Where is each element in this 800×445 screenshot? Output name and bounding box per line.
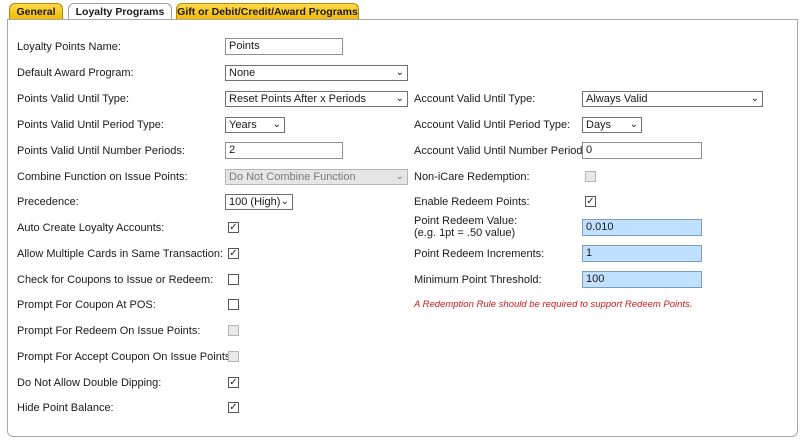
min-threshold-input[interactable]: 100 xyxy=(582,271,702,288)
combine-function-label: Combine Function on Issue Points: xyxy=(17,171,188,183)
points-number-periods-input[interactable]: 2 xyxy=(225,142,343,159)
precedence-value: 100 (High) xyxy=(229,196,281,208)
non-icare-checkbox xyxy=(585,171,596,182)
points-period-type-label: Points Valid Until Period Type: xyxy=(17,119,164,131)
chevron-down-icon: ⌄ xyxy=(272,119,281,130)
allow-multiple-checkbox[interactable]: ✓ xyxy=(228,248,239,259)
check-coupons-checkbox[interactable] xyxy=(228,274,239,285)
prompt-accept-checkbox xyxy=(228,351,239,362)
combine-function-value: Do Not Combine Function xyxy=(229,171,356,183)
hide-balance-checkbox[interactable]: ✓ xyxy=(228,402,239,413)
redeem-increments-input[interactable]: 1 xyxy=(582,245,702,262)
account-period-type-value: Days xyxy=(586,119,612,131)
chevron-down-icon: ⌄ xyxy=(629,119,638,130)
chevron-down-icon: ⌄ xyxy=(395,171,404,182)
default-award-select[interactable]: None ⌄ xyxy=(225,65,408,81)
account-period-type-label: Account Valid Until Period Type: xyxy=(414,119,571,131)
precedence-label: Precedence: xyxy=(17,196,79,208)
account-number-periods-input[interactable]: 0 xyxy=(582,142,702,159)
points-valid-type-select[interactable]: Reset Points After x Periods ⌄ xyxy=(225,91,408,107)
points-valid-type-label: Points Valid Until Type: xyxy=(17,93,130,105)
points-period-type-value: Years xyxy=(229,119,257,131)
account-period-type-select[interactable]: Days ⌄ xyxy=(582,117,642,133)
chevron-down-icon: ⌄ xyxy=(395,67,404,78)
no-double-dip-label: Do Not Allow Double Dipping: xyxy=(17,377,162,389)
redemption-rule-note: A Redemption Rule should be required to … xyxy=(414,299,693,310)
enable-redeem-checkbox[interactable]: ✓ xyxy=(585,196,596,207)
tab-gift-debit-credit-award[interactable]: Gift or Debit/Credit/Award Programs xyxy=(176,3,359,20)
tab-general[interactable]: General xyxy=(9,3,63,20)
combine-function-select: Do Not Combine Function ⌄ xyxy=(225,169,408,185)
allow-multiple-label: Allow Multiple Cards in Same Transaction… xyxy=(17,248,224,260)
prompt-coupon-label: Prompt For Coupon At POS: xyxy=(17,299,156,311)
redeem-value-input[interactable]: 0.010 xyxy=(582,219,702,236)
no-double-dip-checkbox[interactable]: ✓ xyxy=(228,377,239,388)
points-name-input[interactable]: Points xyxy=(225,38,343,55)
hide-balance-label: Hide Point Balance: xyxy=(17,402,114,414)
prompt-redeem-checkbox xyxy=(228,325,239,336)
auto-create-checkbox[interactable]: ✓ xyxy=(228,222,239,233)
non-icare-label: Non-iCare Redemption: xyxy=(414,171,530,183)
chevron-down-icon: ⌄ xyxy=(750,93,759,104)
account-number-periods-label: Account Valid Until Number Periods: xyxy=(414,145,592,157)
min-threshold-label: Minimum Point Threshold: xyxy=(414,274,542,286)
enable-redeem-label: Enable Redeem Points: xyxy=(414,196,530,208)
chevron-down-icon: ⌄ xyxy=(395,93,404,104)
points-number-periods-label: Points Valid Until Number Periods: xyxy=(17,145,185,157)
default-award-value: None xyxy=(229,67,256,79)
account-valid-type-label: Account Valid Until Type: xyxy=(414,93,536,105)
account-valid-type-select[interactable]: Always Valid ⌄ xyxy=(582,91,763,107)
auto-create-label: Auto Create Loyalty Accounts: xyxy=(17,222,165,234)
default-award-label: Default Award Program: xyxy=(17,67,134,79)
prompt-accept-label: Prompt For Accept Coupon On Issue Points… xyxy=(17,351,234,363)
chevron-down-icon: ⌄ xyxy=(280,196,289,207)
points-name-label: Loyalty Points Name: xyxy=(17,41,121,53)
redeem-value-hint: (e.g. 1pt = .50 value) xyxy=(414,227,516,239)
prompt-coupon-checkbox[interactable] xyxy=(228,299,239,310)
check-coupons-label: Check for Coupons to Issue or Redeem: xyxy=(17,274,214,286)
precedence-select[interactable]: 100 (High) ⌄ xyxy=(225,194,293,210)
points-valid-type-value: Reset Points After x Periods xyxy=(229,93,366,105)
account-valid-type-value: Always Valid xyxy=(586,93,648,105)
points-period-type-select[interactable]: Years ⌄ xyxy=(225,117,285,133)
redeem-increments-label: Point Redeem Increments: xyxy=(414,248,545,260)
prompt-redeem-label: Prompt For Redeem On Issue Points: xyxy=(17,325,201,337)
